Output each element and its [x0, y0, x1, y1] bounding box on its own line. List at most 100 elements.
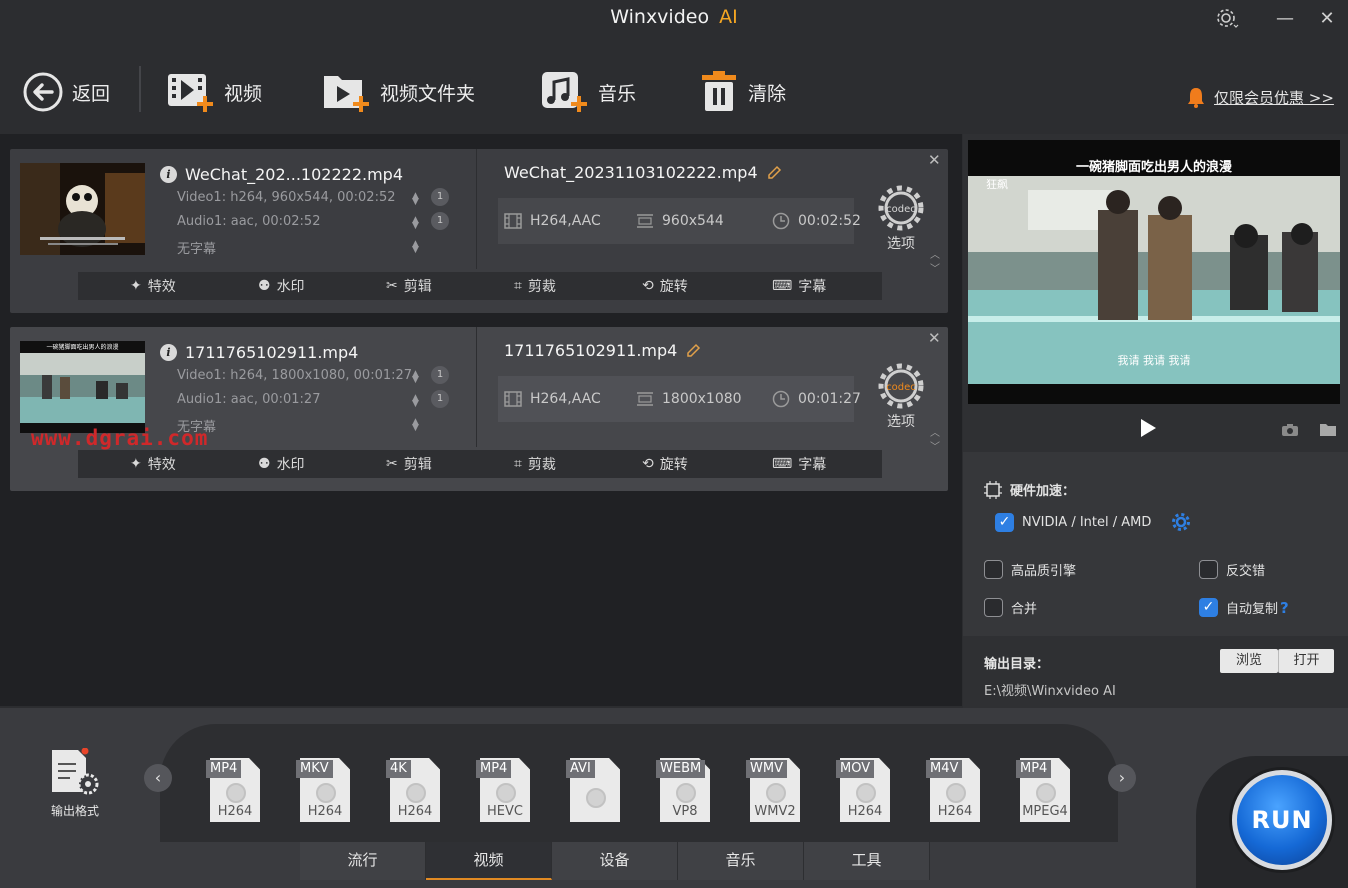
chevron-left-icon[interactable]: ‹: [144, 764, 172, 792]
format-option[interactable]: MP4 MPEG4: [1016, 758, 1074, 824]
hw-accel-toggle[interactable]: 硬件加速：: [984, 480, 1075, 499]
edit-toolbar: ✦ 特效 ⚉ 水印 ✂ 剪辑 ⌗ 剪裁 ⟲ 旋转 ⌨ 字幕: [78, 450, 882, 478]
tab-tools[interactable]: 工具: [804, 842, 930, 880]
settings-gear-icon[interactable]: [1214, 6, 1240, 32]
file-item-2[interactable]: 一碗猪脚面吃出男人的浪漫 i 1711765102911.mp4 Video1:…: [10, 327, 948, 491]
subtitle-stepper[interactable]: ▲ ▼: [412, 240, 419, 255]
merge-checkbox[interactable]: 合并: [984, 598, 1037, 617]
tab-video[interactable]: 视频: [426, 842, 552, 880]
format-option[interactable]: M4V H264: [926, 758, 984, 824]
options-label[interactable]: 选项: [878, 411, 924, 431]
output-codec-text: H264,AAC: [530, 213, 601, 229]
video-track-stepper[interactable]: ▲ ▼: [412, 370, 419, 385]
output-codec: H264,AAC: [504, 213, 601, 229]
minimize-icon[interactable]: —: [1272, 6, 1298, 32]
rotate-label: 旋转: [659, 279, 688, 295]
edit-pencil-icon[interactable]: [685, 343, 701, 359]
effects-button[interactable]: ✦ 特效: [130, 454, 176, 474]
browse-button[interactable]: 浏览: [1220, 649, 1278, 673]
format-codec: VP8: [672, 804, 698, 819]
gpu-checkbox-box[interactable]: ✓: [995, 512, 1014, 532]
play-icon[interactable]: [1139, 418, 1157, 442]
add-video-folder-button[interactable]: 视频文件夹: [322, 68, 475, 116]
bell-icon: [1188, 88, 1204, 108]
crop-label: 剪裁: [527, 457, 556, 473]
format-option[interactable]: MP4 HEVC: [476, 758, 534, 824]
back-button[interactable]: 返回: [22, 68, 110, 116]
info-icon[interactable]: i: [160, 343, 177, 361]
close-window-icon[interactable]: ✕: [1314, 6, 1340, 32]
remove-file-icon[interactable]: ✕: [928, 151, 941, 169]
resolution-icon: [637, 214, 653, 228]
codec-options-button[interactable]: codec: [878, 363, 924, 413]
output-filename-row: WeChat_20231103102222.mp4: [504, 163, 782, 182]
run-button[interactable]: RUN: [1232, 770, 1332, 870]
watermark-button[interactable]: ⚉ 水印: [258, 454, 305, 474]
info-icon[interactable]: i: [160, 165, 177, 183]
help-icon[interactable]: ?: [1280, 599, 1289, 617]
format-option[interactable]: 4K H264: [386, 758, 444, 824]
hq-engine-checkbox[interactable]: 高品质引擎: [984, 560, 1076, 579]
output-resolution-text: 1800x1080: [662, 391, 742, 407]
format-option[interactable]: WMV WMV2: [746, 758, 804, 824]
video-folder-label: 视频文件夹: [380, 82, 476, 105]
file-item-1[interactable]: i WeChat_202...102222.mp4 Video1: h264, …: [10, 149, 948, 313]
gpu-checkbox[interactable]: ✓ NVIDIA / Intel / AMD: [995, 512, 1191, 532]
add-video-button[interactable]: 视频: [166, 68, 262, 116]
crop-button[interactable]: ⌗ 剪裁: [514, 454, 556, 474]
auto-copy-checkbox[interactable]: ✓ 自动复制 ?: [1199, 598, 1289, 617]
format-codec: HEVC: [487, 804, 523, 819]
hq-engine-box[interactable]: [984, 560, 1003, 579]
open-button[interactable]: 打开: [1278, 649, 1334, 673]
chevron-right-icon[interactable]: ›: [1108, 764, 1136, 792]
subtitle-button[interactable]: ⌨ 字幕: [772, 276, 826, 296]
title-bar: Winxvideo AI — ✕: [0, 0, 1348, 40]
video-track-stepper[interactable]: ▲ ▼: [412, 192, 419, 207]
auto-copy-box[interactable]: ✓: [1199, 598, 1218, 617]
output-path[interactable]: E:\视频\Winxvideo AI: [984, 680, 1116, 699]
watermark-button[interactable]: ⚉ 水印: [258, 276, 305, 296]
tab-popular[interactable]: 流行: [300, 842, 426, 880]
add-music-button[interactable]: 音乐: [540, 68, 636, 116]
file-thumbnail-2[interactable]: 一碗猪脚面吃出男人的浪漫: [20, 341, 145, 433]
deinterlace-box[interactable]: [1199, 560, 1218, 579]
deinterlace-checkbox[interactable]: 反交错: [1199, 560, 1265, 579]
app-window: Winxvideo AI — ✕ 返回 视频 视频文件夹 音乐 清除 仅限会员优…: [0, 0, 1348, 888]
film-icon: [504, 391, 522, 407]
effects-button[interactable]: ✦ 特效: [130, 276, 176, 296]
options-label[interactable]: 选项: [878, 233, 924, 253]
cut-button[interactable]: ✂ 剪辑: [386, 454, 432, 474]
format-option[interactable]: MKV H264: [296, 758, 354, 824]
audio-track-stepper[interactable]: ▲ ▼: [412, 394, 419, 409]
rotate-button[interactable]: ⟲ 旋转: [642, 454, 688, 474]
gpu-settings-gear-icon[interactable]: [1171, 512, 1191, 532]
clear-button[interactable]: 清除: [700, 68, 786, 116]
crop-button[interactable]: ⌗ 剪裁: [514, 276, 556, 296]
subtitle-stepper[interactable]: ▲ ▼: [412, 418, 419, 433]
codec-options-button[interactable]: codec: [878, 185, 924, 235]
output-format-icon[interactable]: [50, 747, 100, 800]
format-option[interactable]: MP4 H264: [206, 758, 264, 824]
card-scroll-arrows[interactable]: ︿ ﹀: [930, 427, 940, 455]
edit-pencil-icon[interactable]: [766, 165, 782, 181]
format-option[interactable]: AVI: [566, 758, 624, 824]
tab-device[interactable]: 设备: [552, 842, 678, 880]
file-thumbnail-1[interactable]: [20, 163, 145, 255]
tab-music[interactable]: 音乐: [678, 842, 804, 880]
audio-track-stepper[interactable]: ▲ ▼: [412, 216, 419, 231]
subtitle-button[interactable]: ⌨ 字幕: [772, 454, 826, 474]
video-preview[interactable]: 一碗猪脚面吃出男人的浪漫 狂飙 我请 我请 我请: [968, 140, 1340, 404]
folder-icon[interactable]: [1319, 422, 1337, 441]
format-panel: 输出格式 ‹ MP4 H264 MKV H264 4K H264 MP4 HEVC AV…: [0, 708, 1348, 888]
merge-box[interactable]: [984, 598, 1003, 617]
member-promo-link[interactable]: 仅限会员优惠 >>: [1186, 86, 1334, 108]
film-reel-icon: [586, 788, 606, 808]
format-option[interactable]: WEBM VP8: [656, 758, 714, 824]
cut-button[interactable]: ✂ 剪辑: [386, 276, 432, 296]
rotate-button[interactable]: ⟲ 旋转: [642, 276, 688, 296]
remove-file-icon[interactable]: ✕: [928, 329, 941, 347]
format-option[interactable]: MOV H264: [836, 758, 894, 824]
card-scroll-arrows[interactable]: ︿ ﹀: [930, 249, 940, 277]
camera-icon[interactable]: [1281, 422, 1299, 441]
audio-track-count: 1: [431, 390, 449, 408]
